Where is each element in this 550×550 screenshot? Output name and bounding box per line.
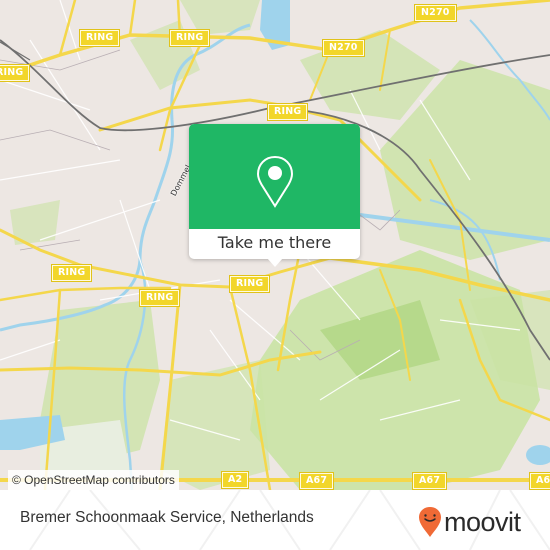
take-me-there-button[interactable]: Take me there (189, 229, 360, 259)
road-shield-a2: A2 (222, 472, 249, 488)
road-shield-ring: RING (0, 65, 30, 81)
road-shield-n270: N270 (323, 40, 364, 56)
road-shield-label: A67 (536, 475, 550, 486)
road-shield-label: N270 (329, 42, 358, 53)
road-shield-a67: A67 (530, 473, 550, 489)
road-shield-ring: RING (140, 290, 180, 306)
map[interactable]: Dommel RING RING RING RING RING RING RIN… (0, 0, 550, 490)
moovit-wordmark: moovit (444, 506, 521, 537)
location-popup[interactable]: Take me there (189, 124, 360, 267)
road-shield-label: RING (236, 278, 264, 289)
moovit-logo[interactable]: moovit (418, 505, 521, 539)
map-pin-icon (256, 155, 294, 208)
road-shield-a67: A67 (300, 473, 334, 489)
road-shield-ring: RING (268, 104, 308, 120)
place-name: Bremer Schoonmaak Service, Netherlands (20, 509, 314, 526)
map-attribution[interactable]: © OpenStreetMap contributors (8, 470, 179, 490)
road-shield-label: RING (58, 267, 86, 278)
road-shield-n270: N270 (415, 5, 456, 21)
road-shield-label: RING (274, 106, 302, 117)
popup-header[interactable] (189, 124, 360, 229)
moovit-pin-icon (419, 507, 441, 537)
road-shield-label: RING (0, 67, 24, 78)
road-shield-label: RING (146, 292, 174, 303)
road-shield-ring: RING (230, 276, 270, 292)
road-shield-label: A2 (228, 474, 243, 485)
road-shield-ring: RING (52, 265, 92, 281)
road-shield-label: A67 (306, 475, 328, 486)
road-shield-label: A67 (419, 475, 441, 486)
road-shield-ring: RING (170, 30, 210, 46)
popup-pointer (267, 258, 283, 267)
road-shield-ring: RING (80, 30, 120, 46)
road-shield-label: RING (86, 32, 114, 43)
road-shield-label: N270 (421, 7, 450, 18)
road-shield-label: RING (176, 32, 204, 43)
road-shield-a67: A67 (413, 473, 447, 489)
